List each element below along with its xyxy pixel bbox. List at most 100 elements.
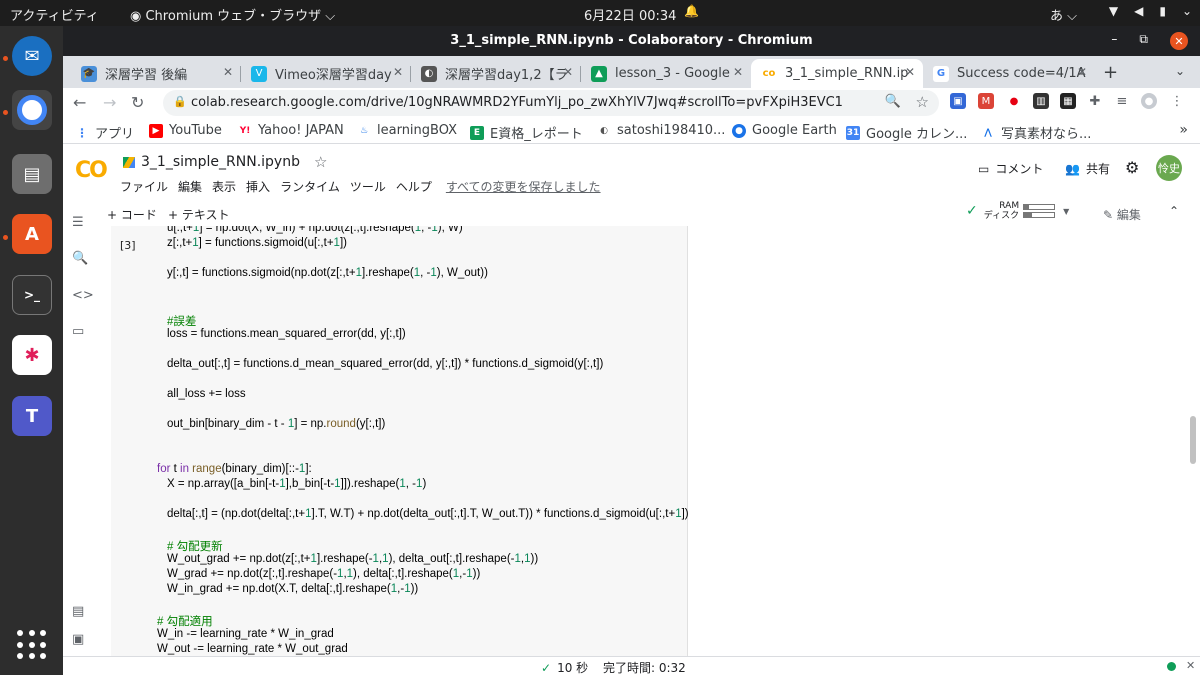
tab[interactable]: ◐ 深層学習day1,2【ラ ✕ (411, 59, 581, 88)
extension-icon[interactable]: ▥ (1033, 93, 1049, 109)
tab[interactable]: G Success code=4/1A ✕ (923, 59, 1095, 88)
star-icon[interactable]: ☆ (314, 153, 327, 171)
menu-tools[interactable]: ツール (350, 178, 386, 195)
address-bar[interactable]: 🔒 colab.research.google.com/drive/10gNRA… (163, 90, 939, 116)
code-snippets-icon[interactable]: <> (72, 288, 94, 303)
bookmark-label: E資格_レポート (490, 127, 583, 142)
bookmark-item[interactable]: ● Google Earth (732, 123, 837, 138)
drive-icon[interactable] (123, 156, 135, 168)
people-icon: 👥 (1065, 161, 1080, 176)
comment-button[interactable]: ▭ コメント (978, 160, 1043, 177)
close-tab-icon[interactable]: ✕ (1077, 65, 1087, 79)
gmail-icon[interactable]: M (978, 93, 994, 109)
connected-dot (1167, 662, 1176, 671)
thunderbird-icon[interactable]: ✉ (12, 36, 52, 76)
tab-label: 深層学習day1,2【ラ (445, 68, 568, 83)
tab[interactable]: ▲ lesson_3 - Google ✕ (581, 59, 751, 88)
resource-monitor[interactable]: ✓ RAM ディスク ▼ (966, 201, 1069, 221)
chevron-up-icon[interactable]: ⌃ (1169, 204, 1179, 218)
extension-icon[interactable]: ▣ (950, 93, 966, 109)
search-icon[interactable]: 🔍 (72, 251, 88, 266)
toc-icon[interactable]: ☰ (72, 215, 84, 230)
forward-button[interactable]: → (103, 93, 116, 112)
files-icon[interactable]: ▭ (72, 324, 84, 339)
bookmark-item[interactable]: ▶ YouTube (149, 123, 222, 138)
window-controls: – ⧉ ✕ (1111, 32, 1188, 50)
bookmark-item[interactable]: ⋮ アプリ (75, 123, 134, 142)
files-icon[interactable]: ▤ (12, 154, 52, 194)
menu-view[interactable]: 表示 (212, 178, 236, 195)
clock[interactable]: 6月22日 00:34 (584, 5, 676, 24)
lock-icon[interactable]: 🔒 (173, 95, 187, 108)
menu-insert[interactable]: 挿入 (246, 178, 270, 195)
terminal-icon[interactable]: >_ (12, 275, 52, 315)
minimize-button[interactable]: – (1111, 32, 1117, 50)
scrollbar[interactable] (1185, 226, 1200, 656)
gear-icon[interactable]: ⚙ (1125, 158, 1139, 177)
show-apps-icon[interactable] (17, 630, 47, 660)
close-tab-icon[interactable]: ✕ (563, 65, 573, 79)
app-menu[interactable]: ◉ Chromium ウェブ・ブラウザ ⌵ (130, 5, 335, 24)
colab-logo[interactable]: CO (75, 158, 108, 183)
add-code-button[interactable]: + コード (107, 206, 157, 223)
new-tab-button[interactable]: + (1103, 62, 1118, 83)
menu-file[interactable]: ファイル (120, 178, 168, 195)
bookmark-item[interactable]: ♨ learningBOX (357, 123, 457, 138)
exec-time: ✓ 10 秒 (541, 659, 588, 675)
extension-icon[interactable]: ▦ (1060, 93, 1076, 109)
github-icon: ◐ (421, 65, 437, 82)
close-button[interactable]: ✕ (1170, 32, 1188, 50)
bookmark-item[interactable]: ⋀ 写真素材なら... (981, 123, 1091, 142)
reload-button[interactable]: ↻ (131, 93, 144, 112)
tab-label: 深層学習 後編 (105, 68, 188, 83)
tab[interactable]: 🎓 深層学習 後編 ✕ (71, 59, 241, 88)
tab[interactable]: V Vimeo深層学習day ✕ (241, 59, 411, 88)
share-button[interactable]: 👥 共有 (1065, 160, 1110, 177)
code-editor[interactable]: u[:,t+1] = np.dot(X, W_in) + np.dot(z[:,… (157, 226, 689, 655)
desktop-screen: アクティビティ ◉ Chromium ウェブ・ブラウザ ⌵ 6月22日 00:3… (0, 0, 1200, 675)
more-bookmarks-icon[interactable]: » (1179, 122, 1188, 138)
teams-icon[interactable]: T (12, 396, 52, 436)
close-icon[interactable]: ✕ (1186, 659, 1195, 672)
bookmark-item[interactable]: E E資格_レポート (470, 123, 583, 142)
reading-list-icon[interactable]: ≡ (1114, 93, 1130, 109)
chromium-icon[interactable] (12, 90, 52, 130)
menu-edit[interactable]: 編集 (178, 178, 202, 195)
software-icon[interactable]: A (12, 214, 52, 254)
bookmark-item[interactable]: ◐ satoshi198410... (597, 123, 725, 138)
close-tab-icon[interactable]: ✕ (223, 65, 233, 79)
system-tray[interactable]: ▼ ◀ ▮ ⌄ (1109, 4, 1192, 18)
avatar[interactable]: 怜史 (1156, 155, 1182, 181)
slack-icon[interactable]: ✱ (12, 335, 52, 375)
profile-icon[interactable]: ● (1141, 93, 1157, 109)
menu-runtime[interactable]: ランタイム (280, 178, 340, 195)
code-line: W_out_grad += np.dot(z[:,t+1].reshape(-1… (167, 553, 539, 565)
edit-button[interactable]: ✎ 編集 (1103, 206, 1141, 223)
save-status[interactable]: すべての変更を保存しました (446, 178, 601, 195)
code-comment: # 勾配適用 (157, 616, 213, 628)
close-tab-icon[interactable]: ✕ (393, 65, 403, 79)
dropdown-icon[interactable]: ▼ (1063, 207, 1069, 216)
notebook-name[interactable]: 3_1_simple_RNN.ipynb (141, 154, 300, 170)
activities-button[interactable]: アクティビティ (10, 5, 99, 24)
back-button[interactable]: ← (73, 93, 86, 112)
bookmark-item[interactable]: Y! Yahoo! JAPAN (238, 123, 344, 138)
tab-active[interactable]: co 3_1_simple_RNN.ip ✕ (751, 59, 923, 88)
close-tab-icon[interactable]: ✕ (905, 65, 915, 79)
add-text-button[interactable]: + テキスト (168, 206, 230, 223)
tab-search-icon[interactable]: ⌄ (1175, 64, 1185, 78)
command-palette-icon[interactable]: ▤ (72, 604, 84, 619)
dock: ✉ ▤ A >_ ✱ T (0, 26, 63, 675)
menu-icon[interactable]: ⋮ (1169, 93, 1185, 109)
maximize-button[interactable]: ⧉ (1139, 32, 1148, 50)
close-tab-icon[interactable]: ✕ (733, 65, 743, 79)
menu-help[interactable]: ヘルプ (396, 178, 432, 195)
zoom-icon[interactable]: 🔍 (885, 94, 901, 109)
scrollbar-thumb[interactable] (1190, 416, 1196, 464)
puzzle-icon[interactable]: ✚ (1087, 93, 1103, 109)
terminal-icon[interactable]: ▣ (72, 632, 84, 647)
bookmark-item[interactable]: 31 Google カレン... (846, 123, 967, 142)
input-method[interactable]: あ ⌵ (1050, 5, 1077, 24)
bookmark-star-icon[interactable]: ☆ (916, 93, 929, 111)
record-icon[interactable]: ● (1006, 93, 1022, 109)
